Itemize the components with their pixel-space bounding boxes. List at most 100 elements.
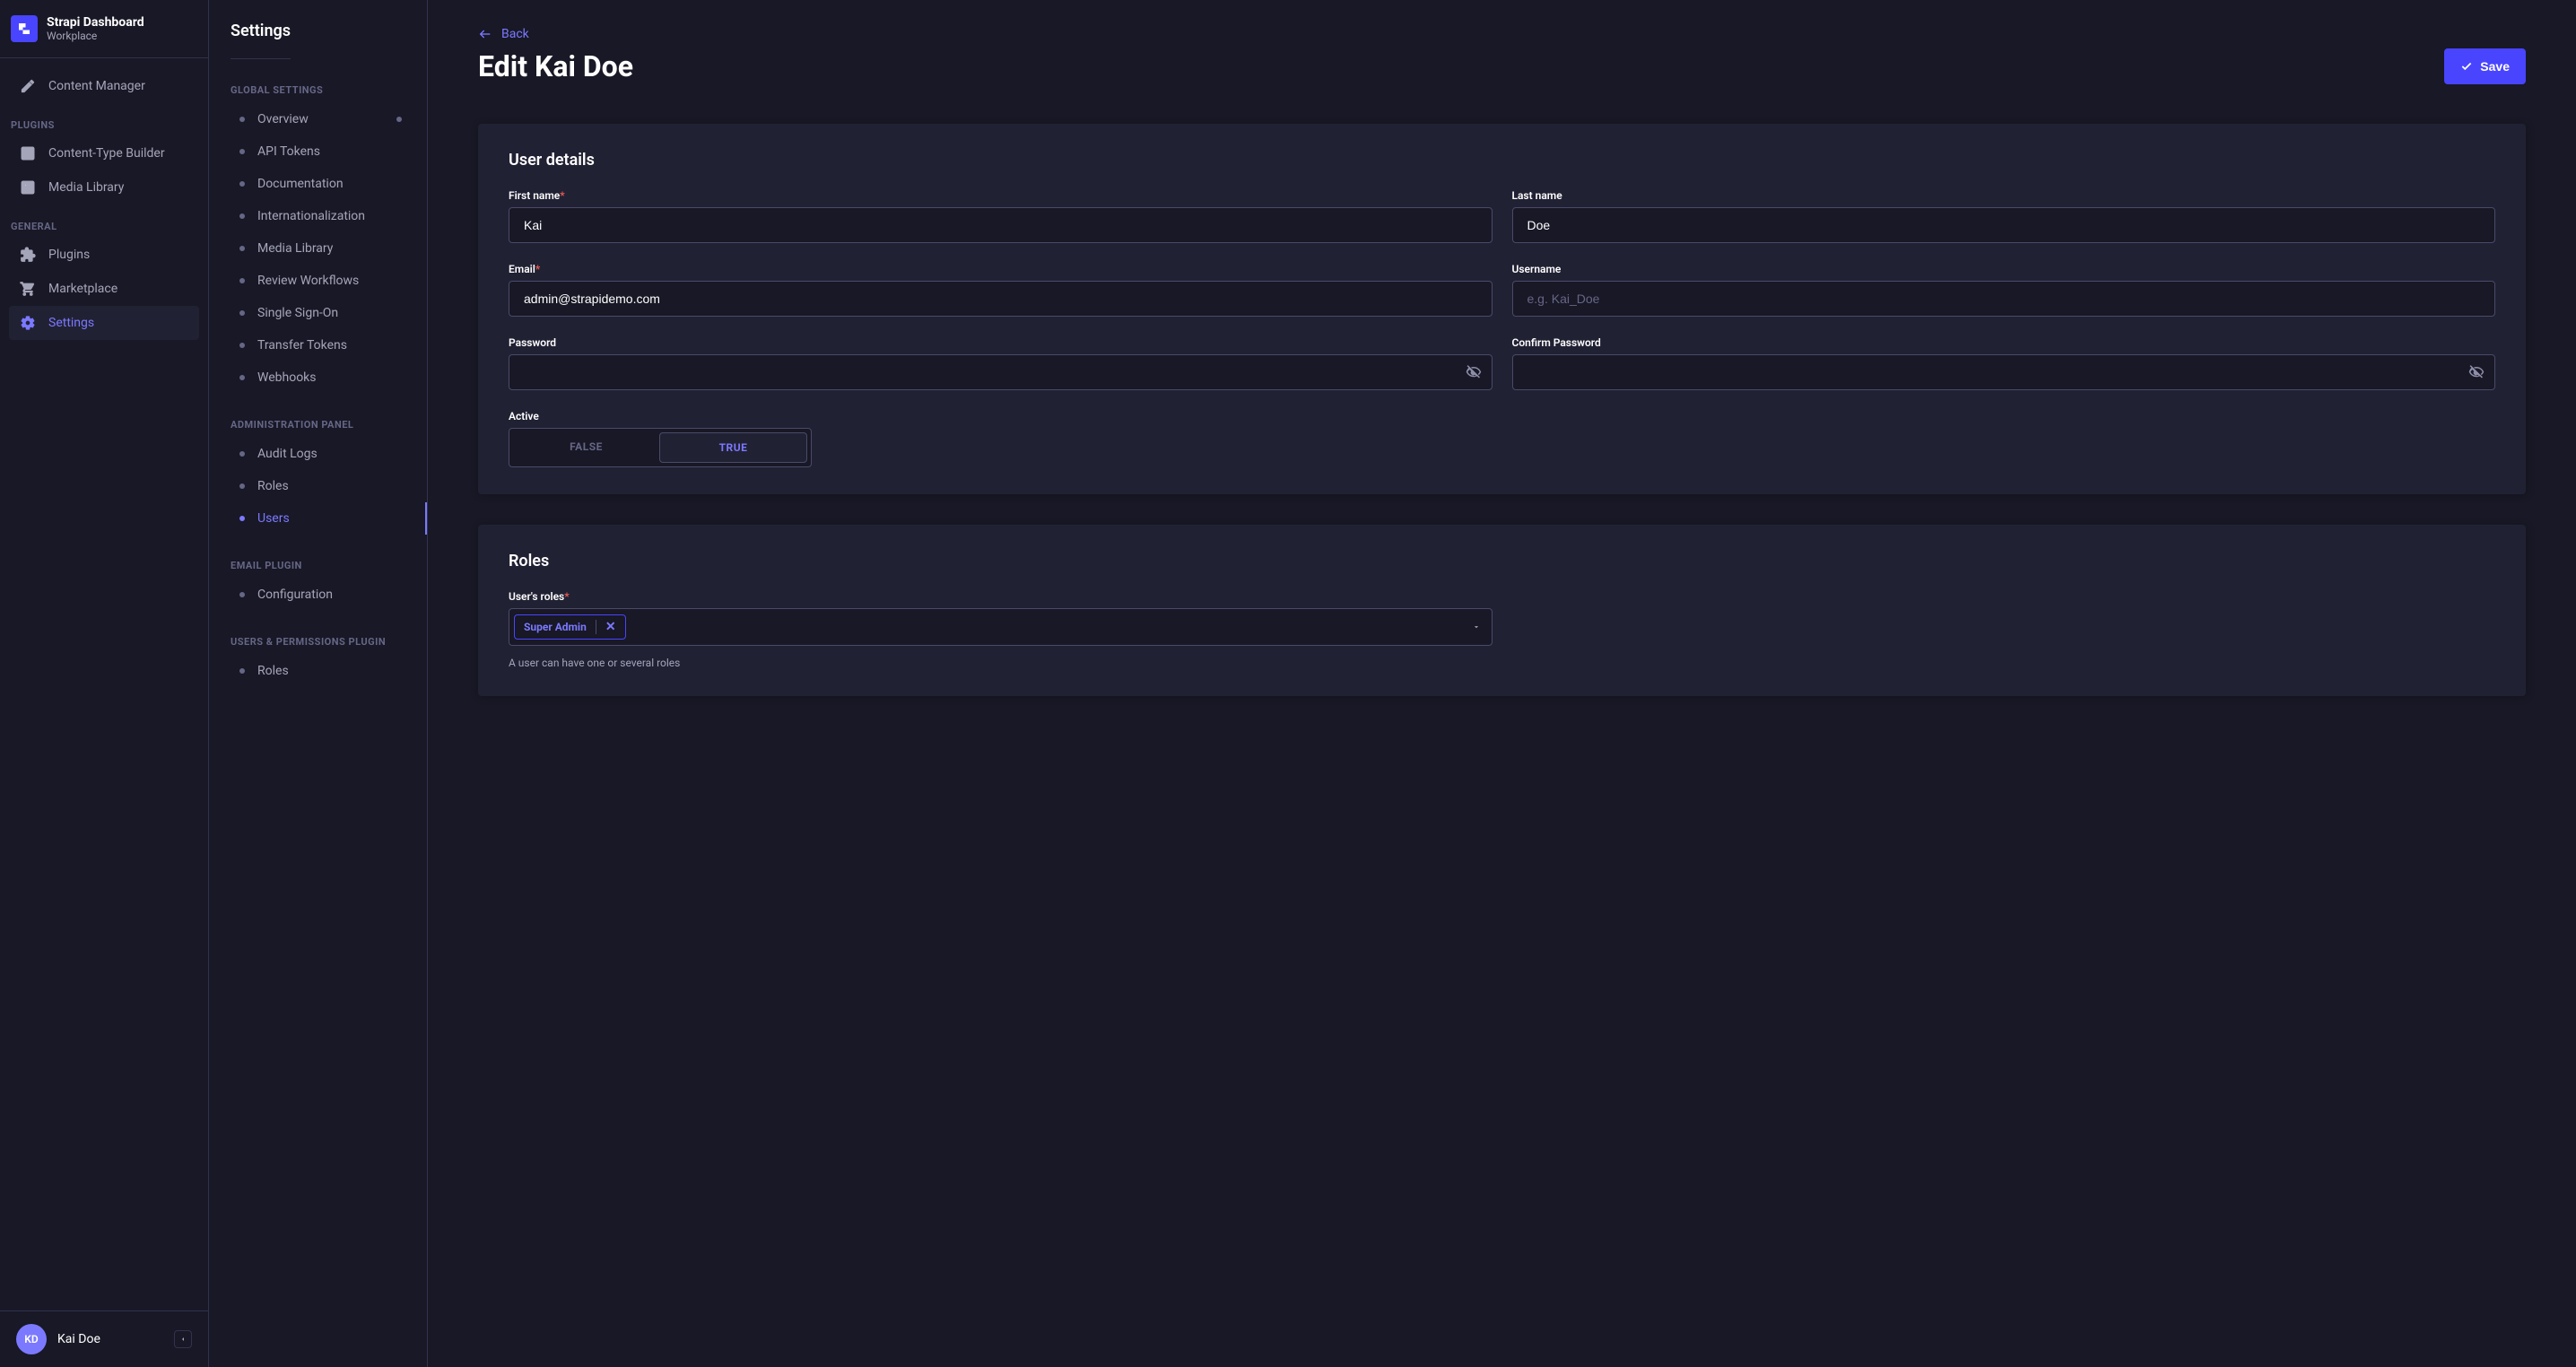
- brand-subtitle: Workplace: [47, 30, 144, 42]
- secondary-item-label: Configuration: [257, 588, 333, 602]
- avatar[interactable]: KD: [16, 1324, 47, 1354]
- nav-label: Settings: [48, 316, 94, 330]
- eye-off-icon[interactable]: [2468, 364, 2485, 380]
- back-label: Back: [501, 27, 529, 41]
- secondary-heading-users-perm: Users & Permissions Plugin: [231, 636, 405, 648]
- image-icon: [20, 179, 36, 196]
- secondary-item-label: Media Library: [257, 241, 333, 256]
- secondary-item-webhooks[interactable]: Webhooks: [231, 361, 405, 394]
- secondary-item-review-workflows[interactable]: Review Workflows: [231, 265, 405, 297]
- secondary-item-api-tokens[interactable]: API Tokens: [231, 135, 405, 168]
- secondary-item-media-library[interactable]: Media Library: [231, 232, 405, 265]
- roles-card: Roles User's roles* Super Admin ✕ A user…: [478, 525, 2526, 696]
- collapse-sidebar-button[interactable]: [174, 1330, 192, 1348]
- arrow-left-icon: [478, 27, 492, 41]
- secondary-heading-email: Email Plugin: [231, 560, 405, 571]
- nav-heading-plugins: Plugins: [0, 103, 208, 136]
- first-name-label: First name*: [509, 189, 1493, 202]
- card-title: User details: [509, 151, 2495, 170]
- sidebar-primary: Strapi Dashboard Workplace Content Manag…: [0, 0, 209, 1367]
- eye-off-icon[interactable]: [1466, 364, 1482, 380]
- layout-icon: [20, 145, 36, 161]
- footer-username: Kai Doe: [57, 1332, 163, 1346]
- secondary-item-configuration[interactable]: Configuration: [231, 579, 405, 611]
- confirm-password-label: Confirm Password: [1512, 336, 2496, 349]
- nav-settings[interactable]: Settings: [9, 306, 199, 340]
- sidebar-secondary: Settings Global Settings Overview API To…: [209, 0, 428, 1367]
- last-name-label: Last name: [1512, 189, 2496, 202]
- secondary-item-sso[interactable]: Single Sign-On: [231, 297, 405, 329]
- confirm-password-input[interactable]: [1512, 354, 2496, 390]
- secondary-item-label: Internationalization: [257, 209, 365, 223]
- card-title: Roles: [509, 552, 2495, 570]
- roles-hint: A user can have one or several roles: [509, 657, 1493, 669]
- secondary-item-documentation[interactable]: Documentation: [231, 168, 405, 200]
- secondary-item-label: API Tokens: [257, 144, 320, 159]
- indicator-dot-icon: [396, 117, 402, 122]
- nav-media-library[interactable]: Media Library: [9, 170, 199, 205]
- secondary-item-label: Audit Logs: [257, 447, 318, 461]
- secondary-item-transfer-tokens[interactable]: Transfer Tokens: [231, 329, 405, 361]
- first-name-input[interactable]: [509, 207, 1493, 243]
- content-icon: [20, 78, 36, 94]
- active-label: Active: [509, 410, 1493, 422]
- secondary-item-label: Single Sign-On: [257, 306, 338, 320]
- secondary-heading-global: Global Settings: [231, 84, 405, 96]
- username-label: Username: [1512, 263, 2496, 275]
- secondary-item-overview[interactable]: Overview: [231, 103, 405, 135]
- chevron-left-icon: [179, 1336, 187, 1343]
- email-input[interactable]: [509, 281, 1493, 317]
- active-toggle[interactable]: FALSE TRUE: [509, 428, 812, 467]
- secondary-item-label: Review Workflows: [257, 274, 359, 288]
- chevron-down-icon[interactable]: [1472, 623, 1481, 631]
- cart-icon: [20, 281, 36, 297]
- secondary-item-roles[interactable]: Roles: [231, 470, 405, 502]
- secondary-item-users[interactable]: Users: [231, 502, 405, 535]
- last-name-input[interactable]: [1512, 207, 2496, 243]
- password-input[interactable]: [509, 354, 1493, 390]
- users-roles-select[interactable]: Super Admin ✕: [509, 608, 1493, 646]
- username-input[interactable]: [1512, 281, 2496, 317]
- role-tag-label: Super Admin: [524, 621, 587, 633]
- nav-plugins[interactable]: Plugins: [9, 238, 199, 272]
- main-content: Back Edit Kai Doe Save User details Firs…: [428, 0, 2576, 1367]
- toggle-true[interactable]: TRUE: [659, 432, 807, 463]
- sidebar-footer: KD Kai Doe: [0, 1310, 208, 1367]
- email-label: Email*: [509, 263, 1493, 275]
- secondary-item-label: Roles: [257, 479, 289, 493]
- back-link[interactable]: Back: [478, 27, 2526, 41]
- check-icon: [2460, 60, 2473, 73]
- secondary-item-label: Users: [257, 511, 290, 526]
- secondary-heading-admin: Administration Panel: [231, 419, 405, 431]
- secondary-item-label: Overview: [257, 112, 309, 126]
- secondary-item-internationalization[interactable]: Internationalization: [231, 200, 405, 232]
- nav-heading-general: General: [0, 205, 208, 238]
- secondary-item-label: Transfer Tokens: [257, 338, 347, 353]
- save-button[interactable]: Save: [2444, 48, 2526, 84]
- brand-logo-icon: [11, 15, 38, 42]
- nav-marketplace[interactable]: Marketplace: [9, 272, 199, 306]
- save-label: Save: [2480, 59, 2510, 74]
- nav-label: Content-Type Builder: [48, 146, 165, 161]
- password-label: Password: [509, 336, 1493, 349]
- page-title: Edit Kai Doe: [478, 49, 633, 83]
- secondary-item-label: Roles: [257, 664, 289, 678]
- secondary-item-label: Documentation: [257, 177, 344, 191]
- secondary-item-perm-roles[interactable]: Roles: [231, 655, 405, 687]
- puzzle-icon: [20, 247, 36, 263]
- toggle-false[interactable]: FALSE: [513, 432, 659, 463]
- role-tag: Super Admin ✕: [514, 614, 626, 640]
- nav-label: Marketplace: [48, 282, 117, 296]
- user-details-card: User details First name* Last name Email…: [478, 124, 2526, 494]
- users-roles-label: User's roles*: [509, 590, 1493, 603]
- nav-label: Content Manager: [48, 79, 145, 93]
- secondary-item-label: Webhooks: [257, 370, 317, 385]
- nav-label: Media Library: [48, 180, 124, 195]
- nav-content-type-builder[interactable]: Content-Type Builder: [9, 136, 199, 170]
- brand-header[interactable]: Strapi Dashboard Workplace: [0, 0, 208, 58]
- secondary-item-audit-logs[interactable]: Audit Logs: [231, 438, 405, 470]
- nav-content-manager[interactable]: Content Manager: [9, 69, 199, 103]
- brand-title: Strapi Dashboard: [47, 15, 144, 30]
- remove-tag-icon[interactable]: ✕: [605, 621, 616, 633]
- secondary-title: Settings: [231, 22, 291, 59]
